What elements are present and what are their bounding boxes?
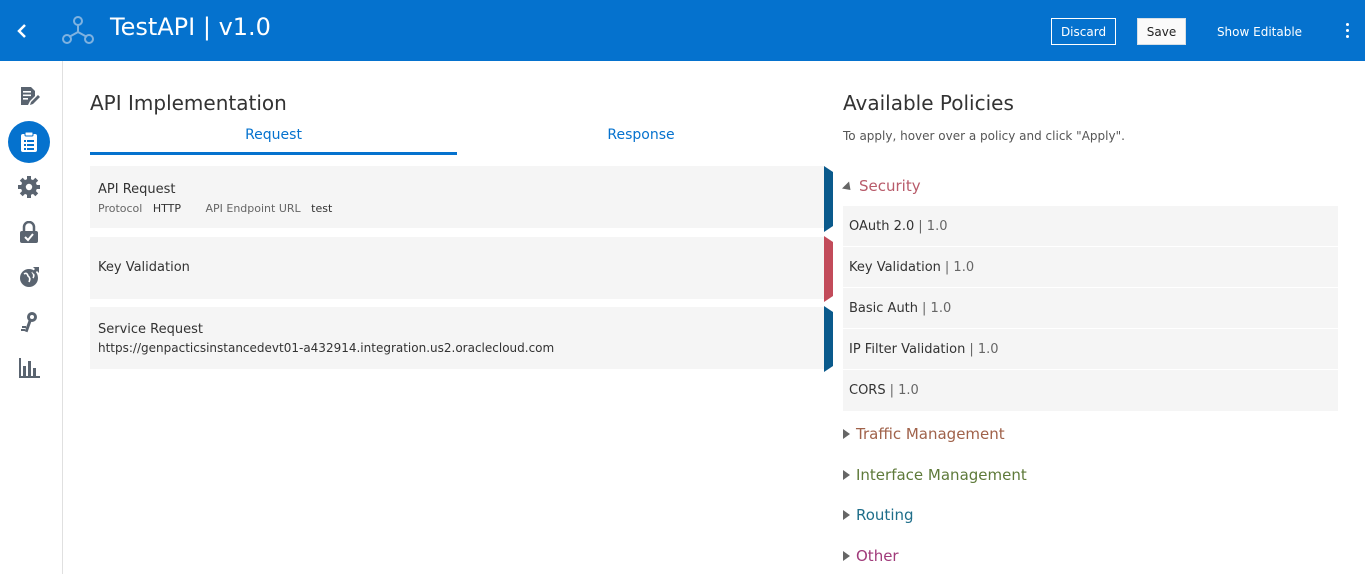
policy-name: Key Validation (849, 259, 941, 275)
api-request-card[interactable]: API Request Protocol HTTP API Endpoint U… (90, 166, 825, 228)
tab-response[interactable]: Response (457, 127, 825, 155)
category-interface-management[interactable]: Interface Management (843, 466, 1027, 484)
policy-cors[interactable]: CORS | 1.0 (843, 370, 1338, 411)
service-url: https://genpacticsinstancedevt01-a432914… (98, 341, 555, 355)
key-validation-connector (824, 236, 833, 302)
service-request-card[interactable]: Service Request https://genpacticsinstan… (90, 307, 825, 369)
caret-right-icon (843, 470, 850, 480)
protocol-value: HTTP (152, 202, 181, 215)
caret-right-icon (843, 510, 850, 520)
caret-right-icon (843, 429, 850, 439)
policy-version: | 1.0 (889, 383, 919, 398)
api-nodes-icon (62, 15, 94, 45)
globe-icon[interactable] (8, 256, 50, 298)
category-label: Security (859, 177, 921, 195)
key-validation-card[interactable]: Key Validation (90, 237, 825, 299)
policy-version: | 1.0 (922, 300, 952, 316)
category-other[interactable]: Other (843, 547, 899, 565)
caret-down-icon (841, 180, 855, 194)
card-title: Service Request (98, 322, 203, 337)
tab-request[interactable]: Request (90, 127, 457, 155)
card-title: Key Validation (98, 260, 190, 275)
app-header: TestAPI | v1.0 Discard Save Show Editabl… (0, 0, 1365, 61)
category-label: Interface Management (856, 466, 1027, 484)
category-label: Traffic Management (856, 425, 1005, 443)
category-traffic-management[interactable]: Traffic Management (843, 425, 1005, 443)
policy-name: IP Filter Validation (849, 341, 966, 357)
endpoint-value: test (311, 202, 333, 215)
page-title: TestAPI | v1.0 (110, 13, 271, 41)
card-details: Protocol HTTP API Endpoint URL test (98, 202, 332, 215)
request-connector (824, 166, 833, 232)
show-editable-button[interactable]: Show Editable (1212, 18, 1307, 45)
category-label: Routing (856, 506, 914, 524)
document-edit-icon[interactable] (8, 75, 50, 117)
settings-gear-icon[interactable] (8, 166, 50, 208)
policy-name: CORS (849, 383, 886, 398)
keys-icon[interactable] (8, 301, 50, 343)
policy-version: | 1.0 (944, 259, 975, 275)
service-request-connector (824, 306, 833, 372)
policy-name: Basic Auth (849, 300, 919, 316)
chevron-left-icon[interactable] (10, 19, 34, 43)
card-title: API Request (98, 182, 176, 197)
side-navigation (0, 61, 63, 574)
caret-right-icon (843, 551, 850, 561)
category-label: Other (856, 547, 899, 565)
policies-hint: To apply, hover over a policy and click … (843, 129, 1125, 143)
kebab-menu-icon[interactable] (1339, 18, 1355, 42)
policy-name: OAuth 2.0 (849, 218, 915, 234)
category-security[interactable]: Security (841, 177, 921, 195)
protocol-label: Protocol (98, 202, 143, 215)
policy-oauth[interactable]: OAuth 2.0 | 1.0 (843, 206, 1338, 247)
category-routing[interactable]: Routing (843, 506, 914, 524)
policy-ip-filter[interactable]: IP Filter Validation | 1.0 (843, 329, 1338, 370)
policy-key-validation[interactable]: Key Validation | 1.0 (843, 247, 1338, 288)
implementation-title: API Implementation (90, 91, 287, 115)
api-implementation-icon[interactable] (8, 121, 50, 163)
analytics-chart-icon[interactable] (8, 346, 50, 388)
implementation-tabs: Request Response (90, 127, 825, 155)
lock-icon[interactable] (8, 211, 50, 253)
policies-title: Available Policies (843, 91, 1014, 115)
save-button[interactable]: Save (1137, 18, 1186, 45)
policy-version: | 1.0 (969, 341, 999, 357)
policy-basic-auth[interactable]: Basic Auth | 1.0 (843, 288, 1338, 329)
endpoint-label: API Endpoint URL (205, 202, 301, 215)
policy-version: | 1.0 (918, 218, 948, 234)
security-policy-list: OAuth 2.0 | 1.0 Key Validation | 1.0 Bas… (843, 206, 1338, 411)
discard-button[interactable]: Discard (1051, 18, 1116, 45)
